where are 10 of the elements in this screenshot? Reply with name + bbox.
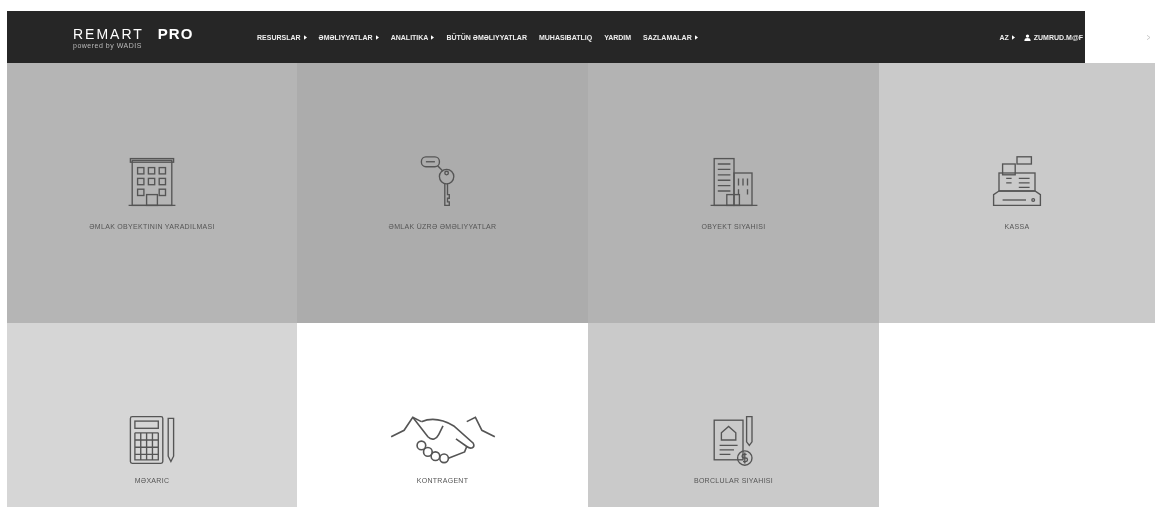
cash-register-icon	[990, 155, 1044, 209]
logo-text: REMART	[73, 25, 144, 42]
caret-icon	[375, 34, 379, 40]
caret-icon	[1011, 34, 1015, 40]
logo-pro: PRO	[157, 25, 194, 42]
caret-icon	[694, 34, 698, 40]
caret-icon	[431, 34, 435, 40]
user-icon	[1023, 33, 1031, 41]
caret-icon	[303, 34, 307, 40]
chevron-icon[interactable]	[1147, 34, 1150, 40]
